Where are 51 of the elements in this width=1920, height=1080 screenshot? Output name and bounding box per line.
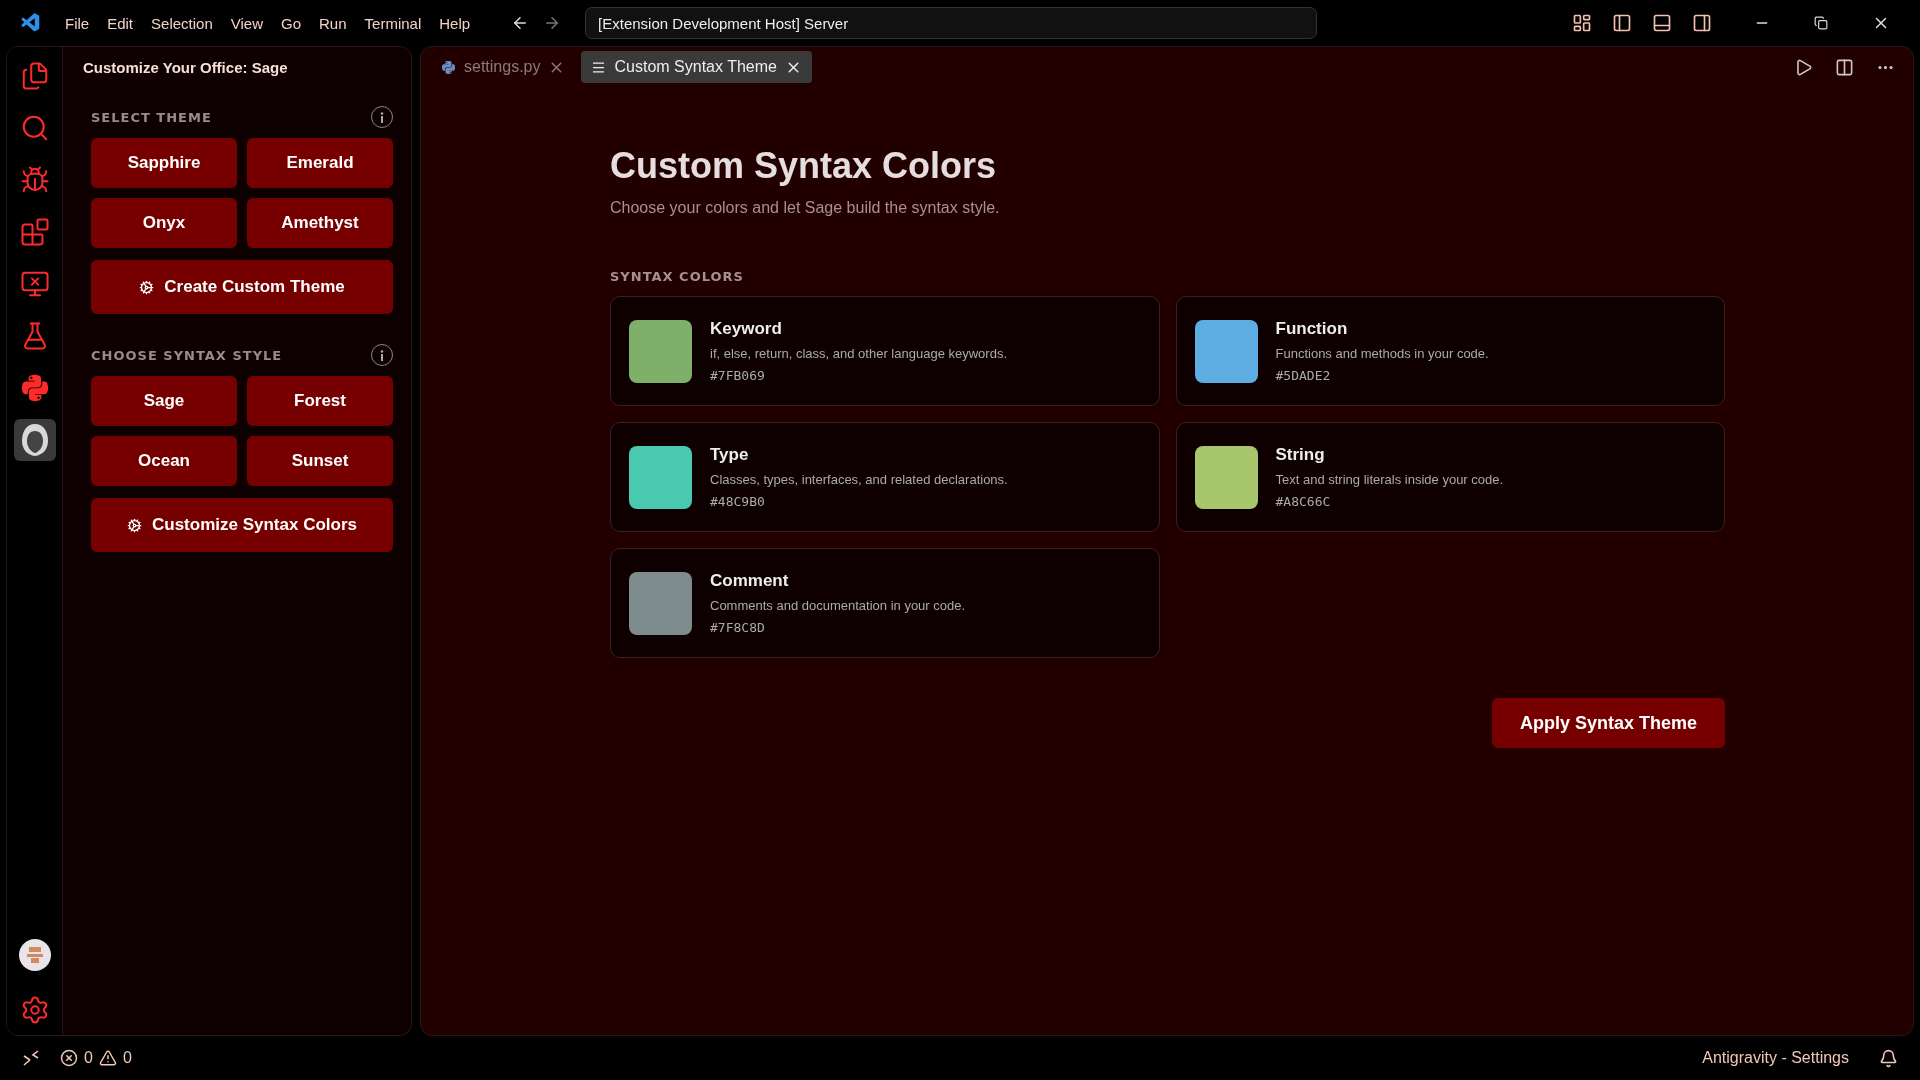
menu-item[interactable]: File <box>58 10 97 36</box>
menu-item[interactable]: Selection <box>144 10 220 36</box>
menu-item[interactable]: Run <box>312 10 354 36</box>
section-heading: SELECT THEME <box>91 109 212 125</box>
menu-item[interactable]: Edit <box>100 10 141 36</box>
option-button[interactable]: Sunset <box>247 436 393 486</box>
color-hex: #7F8C8D <box>710 620 766 635</box>
color-description: if, else, return, class, and other language keywords. <box>710 346 1007 361</box>
command-center-field[interactable]: [Extension Development Host] Server <box>585 7 1318 39</box>
menu-item[interactable]: Go <box>274 10 308 36</box>
menu-item[interactable]: View <box>223 10 270 36</box>
color-description: Text and string literals inside your code. <box>1275 472 1504 487</box>
color-hex: #5DADE2 <box>1275 368 1332 383</box>
editor-tab[interactable]: settings.py <box>431 51 576 83</box>
sidebar-title: Customize Your Office: Sage <box>83 58 289 76</box>
page-subtitle: Choose your colors and let Sage build the syntax style. <box>610 199 1001 217</box>
action-button[interactable]: Create Custom Theme <box>91 260 393 314</box>
color-name: Type <box>710 445 750 465</box>
section-heading: CHOOSE SYNTAX STYLE <box>91 347 283 363</box>
menu-item[interactable]: Terminal <box>357 10 429 36</box>
option-button[interactable]: Sage <box>91 376 237 426</box>
color-name: Function <box>1275 319 1349 339</box>
color-card[interactable]: Function Functions and methods in your code. #5DADE2 <box>1175 296 1725 406</box>
color-hex: #7FB069 <box>710 368 766 383</box>
color-name: Keyword <box>710 319 783 339</box>
page-title: Custom Syntax Colors <box>610 145 998 187</box>
option-button[interactable]: Ocean <box>91 436 237 486</box>
color-description: Classes, types, interfaces, and related declarations. <box>710 472 1008 487</box>
editor-tab[interactable]: Custom Syntax Theme <box>581 51 812 83</box>
error-count[interactable]: 0 <box>84 1049 93 1067</box>
color-hex: #48C9B0 <box>710 494 766 509</box>
option-button[interactable]: Amethyst <box>247 198 393 248</box>
color-card[interactable]: Keyword if, else, return, class, and other language keywords. #7FB069 <box>610 296 1160 406</box>
warning-count[interactable]: 0 <box>122 1049 132 1067</box>
action-button[interactable]: Customize Syntax Colors <box>91 498 393 552</box>
option-button[interactable]: Sapphire <box>91 138 237 188</box>
section-heading: SYNTAX COLORS <box>610 269 745 284</box>
status-item[interactable]: Antigravity - Settings <box>1702 1049 1849 1067</box>
option-button[interactable]: Onyx <box>91 198 237 248</box>
color-hex: #A8C66C <box>1275 494 1332 509</box>
option-button[interactable]: Emerald <box>247 138 393 188</box>
color-card[interactable]: Comment Comments and documentation in your code. #7F8C8D <box>610 548 1160 658</box>
color-name: Comment <box>710 571 790 591</box>
color-description: Comments and documentation in your code. <box>710 598 966 613</box>
color-card[interactable]: Type Classes, types, interfaces, and related declarations. #48C9B0 <box>610 422 1160 532</box>
apply-button[interactable]: Apply Syntax Theme <box>1491 698 1725 748</box>
option-button[interactable]: Forest <box>247 376 393 426</box>
color-description: Functions and methods in your code. <box>1275 346 1489 361</box>
color-card[interactable]: String Text and string literals inside your code. #A8C66C <box>1175 422 1725 532</box>
color-name: String <box>1275 445 1326 465</box>
menu-item[interactable]: Help <box>432 10 478 36</box>
